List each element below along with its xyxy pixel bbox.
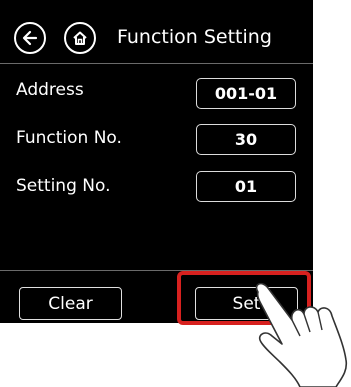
setting-no-field[interactable]: 01 — [196, 171, 296, 202]
address-label: Address — [16, 80, 84, 100]
home-icon — [73, 31, 87, 45]
setting-no-label: Setting No. — [16, 176, 111, 196]
function-no-field[interactable]: 30 — [196, 124, 296, 155]
back-button[interactable] — [14, 22, 46, 54]
page-title: Function Setting — [117, 26, 272, 48]
address-field[interactable]: 001-01 — [196, 78, 296, 109]
pointing-hand-icon — [255, 282, 348, 387]
back-arrow-icon — [22, 30, 38, 46]
home-button[interactable] — [64, 22, 96, 54]
clear-button[interactable]: Clear — [19, 287, 122, 320]
function-no-label: Function No. — [16, 128, 122, 148]
header-bar: Function Setting — [0, 0, 313, 64]
